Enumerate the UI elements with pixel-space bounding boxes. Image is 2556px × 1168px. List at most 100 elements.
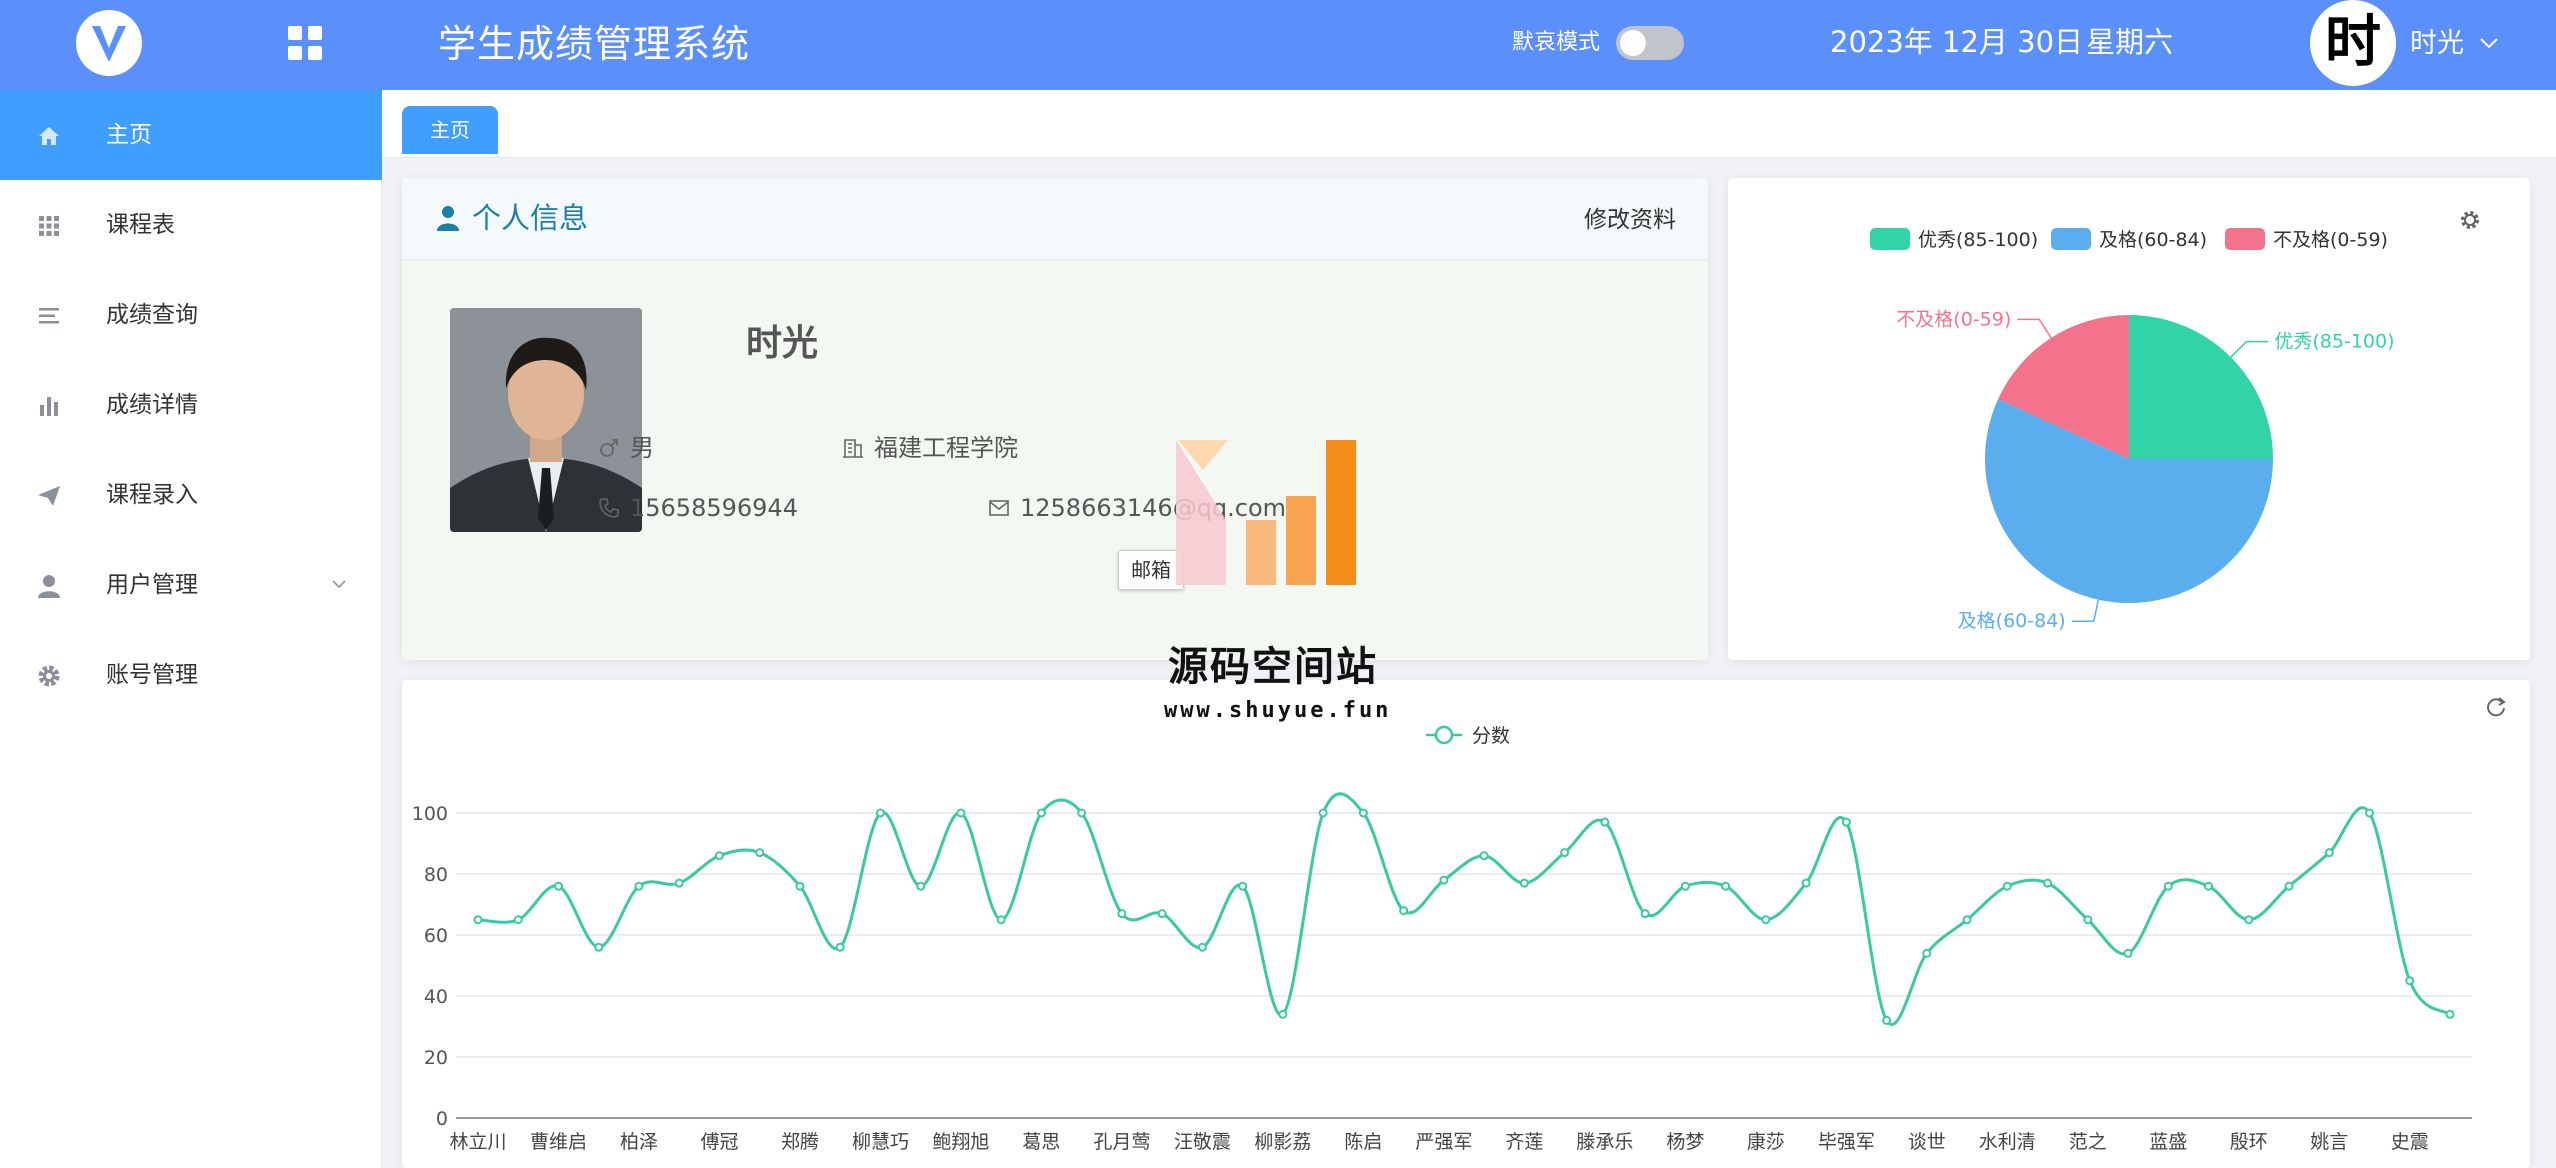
score-point[interactable] [795, 881, 805, 891]
score-point[interactable] [1197, 942, 1207, 952]
x-tick-label: 柏泽 [620, 1131, 658, 1153]
pie-slice[interactable] [2129, 315, 2273, 459]
pie-legend-item[interactable]: 及格(60-84) [2051, 228, 2207, 251]
logo[interactable] [76, 10, 142, 76]
score-point[interactable] [594, 942, 604, 952]
sidebar-item-score-detail[interactable]: 成绩详情 [0, 360, 382, 450]
score-point[interactable] [674, 878, 684, 888]
score-point[interactable] [2405, 976, 2415, 986]
score-point[interactable] [1560, 848, 1570, 858]
watermark-url: www.shuyue.fun [1164, 698, 1392, 723]
score-point[interactable] [2163, 881, 2173, 891]
score-point[interactable] [1721, 881, 1731, 891]
student-name: 时光 [746, 323, 819, 364]
line-legend-item[interactable]: 分数 [1426, 725, 1510, 747]
sidebar-item-label: 课程录入 [106, 482, 198, 508]
score-point[interactable] [2445, 1009, 2455, 1019]
score-point[interactable] [634, 881, 644, 891]
user-name-dropdown[interactable]: 时光 [2410, 24, 2464, 64]
score-point[interactable] [1922, 948, 1932, 958]
score-point[interactable] [1358, 808, 1368, 818]
score-point[interactable] [2324, 848, 2334, 858]
settings-gear-icon[interactable] [2461, 211, 2479, 229]
sidebar-item-score-query[interactable]: 成绩查询 [0, 270, 382, 360]
legend-swatch [1870, 228, 1910, 250]
score-point[interactable] [916, 881, 926, 891]
chevron-down-icon[interactable] [2476, 30, 2502, 56]
score-point[interactable] [1640, 909, 1650, 919]
sidebar-item-schedule[interactable]: 课程表 [0, 180, 382, 270]
score-point[interactable] [553, 881, 563, 891]
legend-swatch [2225, 228, 2265, 250]
sidebar-item-course-entry[interactable]: 课程录入 [0, 450, 382, 540]
score-point[interactable] [2365, 808, 2375, 818]
score-point[interactable] [1519, 878, 1529, 888]
tab-home[interactable]: 主页 [402, 106, 498, 154]
score-series-line [477, 792, 2451, 1026]
score-point[interactable] [2284, 881, 2294, 891]
x-tick-label: 郑腾 [781, 1131, 819, 1153]
score-point[interactable] [2083, 915, 2093, 925]
legend-label: 不及格(0-59) [2273, 229, 2388, 251]
score-point[interactable] [1841, 817, 1851, 827]
grade-distribution-card: 优秀(85-100) 及格(60-84) 不及格(0-59) 优秀(85-100) 及… [1728, 178, 2530, 660]
x-tick-label: 柳慧巧 [852, 1131, 909, 1153]
score-point[interactable] [2043, 878, 2053, 888]
score-point[interactable] [1439, 875, 1449, 885]
score-point[interactable] [1680, 881, 1690, 891]
score-point[interactable] [1077, 808, 1087, 818]
score-point[interactable] [1278, 1009, 1288, 1019]
refresh-icon[interactable] [2487, 697, 2506, 717]
score-point[interactable] [1600, 817, 1610, 827]
score-point[interactable] [2002, 881, 2012, 891]
score-point[interactable] [2244, 915, 2254, 925]
sidebar-item-user-management[interactable]: 用户管理 [0, 540, 382, 630]
score-point[interactable] [1962, 915, 1972, 925]
x-tick-label: 傅冠 [700, 1131, 738, 1153]
line-legend: 分数 [1426, 725, 1510, 747]
pie-slice-label: 不及格(0-59) [1896, 308, 2011, 330]
user-avatar[interactable]: 时 [2310, 0, 2396, 86]
score-line-chart: 分数 0 20 40 60 80 100 林立川 曹维启 柏泽 傅冠 郑腾 柳慧巧 鲍翔旭 葛思 孔月莺 汪… [412, 697, 2506, 1153]
score-point[interactable] [513, 915, 523, 925]
school-row: 福建工程学院 [842, 430, 1018, 466]
pie-legend-item[interactable]: 不及格(0-59) [2225, 228, 2388, 251]
score-point[interactable] [1318, 808, 1328, 818]
x-tick-label: 严强军 [1415, 1131, 1472, 1153]
building-icon [843, 439, 863, 458]
score-point[interactable] [1157, 909, 1167, 919]
line-y-ticks: 0 20 40 60 80 100 [412, 803, 448, 1130]
apps-grid-icon[interactable] [288, 26, 322, 60]
score-point[interactable] [1399, 906, 1409, 916]
score-point[interactable] [2204, 881, 2214, 891]
score-point[interactable] [956, 808, 966, 818]
profile-card-header: 个人信息 修改资料 [402, 178, 1708, 260]
score-point[interactable] [875, 808, 885, 818]
pie-legend-item[interactable]: 优秀(85-100) [1870, 228, 2038, 251]
score-point[interactable] [996, 915, 1006, 925]
score-point[interactable] [1238, 881, 1248, 891]
score-point[interactable] [473, 915, 483, 925]
sidebar-item-label: 账号管理 [106, 662, 198, 688]
y-tick-label: 80 [424, 864, 448, 886]
score-point[interactable] [1117, 909, 1127, 919]
edit-profile-link[interactable]: 修改资料 [1584, 200, 1676, 240]
score-point[interactable] [1801, 878, 1811, 888]
pie-slice-label: 优秀(85-100) [2274, 331, 2394, 353]
score-point[interactable] [1882, 1015, 1892, 1025]
sidebar-item-home[interactable]: 主页 [0, 90, 382, 180]
score-point[interactable] [714, 851, 724, 861]
sidebar-item-label: 主页 [106, 122, 152, 148]
score-point[interactable] [1479, 851, 1489, 861]
mourn-mode-toggle[interactable] [1616, 26, 1684, 60]
score-point[interactable] [2123, 948, 2133, 958]
sidebar-item-account-management[interactable]: 账号管理 [0, 630, 382, 720]
score-point[interactable] [755, 848, 765, 858]
person-icon [437, 206, 459, 231]
list-icon [39, 308, 59, 324]
score-point[interactable] [1761, 915, 1771, 925]
score-point[interactable] [1036, 808, 1046, 818]
school-value: 福建工程学院 [874, 434, 1018, 462]
score-point[interactable] [835, 942, 845, 952]
system-title: 学生成绩管理系统 [438, 22, 751, 66]
